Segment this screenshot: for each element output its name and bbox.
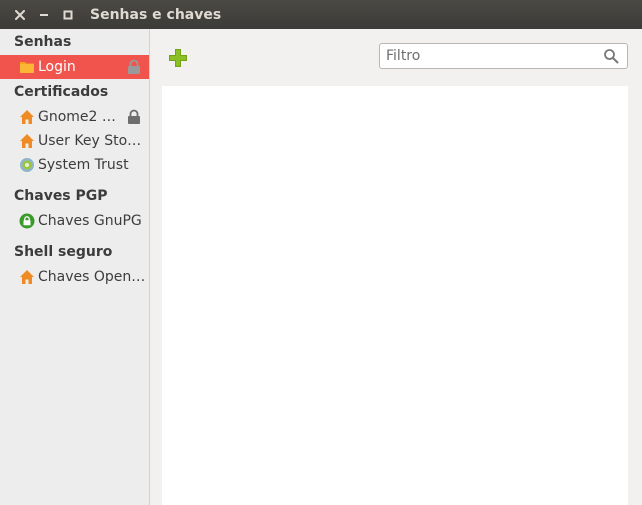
sidebar-item-chaves-gnupg[interactable]: Chaves GnuPG bbox=[0, 209, 149, 233]
lock-icon bbox=[128, 109, 140, 124]
add-button[interactable] bbox=[164, 45, 192, 71]
filter-input[interactable] bbox=[386, 47, 596, 65]
section-header-certificados: Certificados bbox=[14, 84, 109, 100]
search-icon[interactable] bbox=[603, 48, 619, 64]
close-icon bbox=[15, 9, 25, 20]
sidebar-item-system-trust[interactable]: System Trust bbox=[0, 153, 149, 177]
maximize-button[interactable] bbox=[56, 0, 80, 29]
folder-icon bbox=[20, 62, 34, 73]
home-icon bbox=[20, 110, 34, 124]
sidebar-item-label: Gnome2 Key Storage bbox=[38, 109, 122, 125]
main-pane bbox=[150, 29, 642, 505]
minimize-icon bbox=[40, 13, 48, 16]
sidebar-item-login[interactable]: Login bbox=[0, 55, 149, 79]
window-title: Senhas e chaves bbox=[90, 6, 222, 23]
sidebar-item-gnome2-key-storage[interactable]: Gnome2 Key Storage bbox=[0, 105, 149, 129]
sidebar-item-label: Chaves OpenSSH bbox=[38, 269, 146, 285]
title-bar: Senhas e chaves bbox=[0, 0, 642, 29]
maximize-icon bbox=[63, 10, 73, 19]
lock-icon bbox=[128, 59, 140, 74]
window: Senhas e chaves Senhas Login Certificado… bbox=[0, 0, 642, 505]
section-header-senhas: Senhas bbox=[14, 34, 72, 50]
sidebar-item-label: System Trust bbox=[38, 157, 129, 173]
section-header-chaves-pgp: Chaves PGP bbox=[14, 188, 108, 204]
sidebar-item-chaves-openssh[interactable]: Chaves OpenSSH bbox=[0, 265, 149, 289]
gnupg-lock-icon bbox=[19, 213, 35, 229]
sidebar-item-label: User Key Storage bbox=[38, 133, 146, 149]
plus-icon bbox=[169, 49, 187, 67]
sidebar-item-user-key-storage[interactable]: User Key Storage bbox=[0, 129, 149, 153]
section-header-shell-seguro: Shell seguro bbox=[14, 244, 113, 260]
sidebar-item-label: Chaves GnuPG bbox=[38, 213, 142, 229]
close-button[interactable] bbox=[8, 0, 32, 29]
filter-field[interactable] bbox=[379, 43, 628, 69]
minimize-button[interactable] bbox=[32, 0, 56, 29]
home-icon bbox=[20, 134, 34, 148]
items-list[interactable] bbox=[162, 86, 628, 505]
trust-icon bbox=[20, 158, 34, 172]
home-icon bbox=[20, 270, 34, 284]
sidebar: Senhas Login Certificados Gnome2 Key Sto… bbox=[0, 29, 150, 505]
